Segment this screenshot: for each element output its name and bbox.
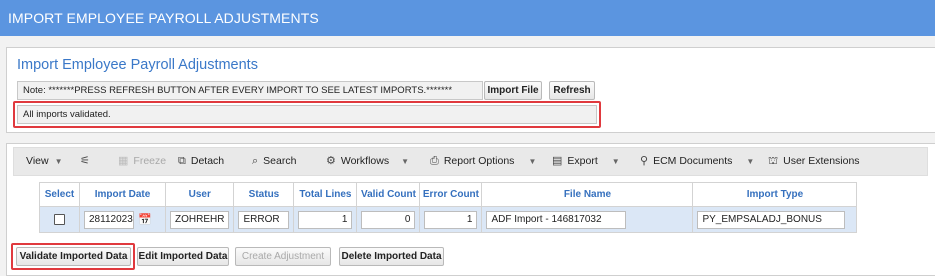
valid-count-cell: 0 <box>356 206 421 233</box>
search-icon: ⌕ <box>252 155 259 167</box>
import-type-cell: PY_EMPSALADJ_BONUS <box>692 206 858 233</box>
panel-title: Import Employee Payroll Adjustments <box>17 57 258 73</box>
valid-count-field[interactable]: 0 <box>361 210 416 229</box>
freeze-icon: ▦ <box>118 155 129 167</box>
detach-label: Detach <box>190 155 225 167</box>
col-header-user[interactable]: User <box>164 182 235 207</box>
search-label: Search <box>263 155 297 167</box>
total-lines-cell: 1 <box>293 206 358 233</box>
note-field: Note: *******PRESS REFRESH BUTTON AFTER … <box>17 81 483 100</box>
validate-highlight-box <box>11 243 135 270</box>
ecm-documents-label: ECM Documents <box>653 155 733 167</box>
file-name-cell: ADF Import - 146817032 <box>481 206 694 233</box>
user-field[interactable]: ZOHREHR <box>170 210 230 229</box>
col-header-valid-count[interactable]: Valid Count <box>356 182 421 207</box>
freeze-button[interactable]: ▦ Freeze <box>118 148 166 175</box>
search-button[interactable]: ⌕ Search <box>252 148 296 175</box>
report-options-menu[interactable]: ⎙ Report Options ▼ <box>430 148 536 175</box>
user-extensions-button[interactable]: ⛫ User Extensions <box>768 148 860 175</box>
error-count-cell: 1 <box>419 206 483 233</box>
window-title-bar: IMPORT EMPLOYEE PAYROLL ADJUSTMENTS <box>0 0 935 36</box>
chevron-down-icon: ▼ <box>746 157 755 166</box>
grid-toolbar: View ▼ ⚟ ▦ Freeze ⧉ Detach ⌕ Search ⚙ Workflo… <box>13 147 928 176</box>
error-count-field[interactable]: 1 <box>424 210 478 229</box>
status-highlight-box <box>13 101 601 128</box>
row-select-checkbox[interactable] <box>54 214 65 225</box>
export-menu[interactable]: ▤ Export ▼ <box>552 148 620 175</box>
user-cell: ZOHREHR <box>164 206 235 233</box>
total-lines-field[interactable]: 1 <box>298 210 353 229</box>
col-header-import-date[interactable]: Import Date <box>79 182 166 207</box>
report-options-label: Report Options <box>443 155 515 167</box>
table-header-row: Select Import Date User Status Total Lin… <box>39 182 858 207</box>
chevron-down-icon: ▼ <box>611 157 620 166</box>
chevron-down-icon: ▼ <box>54 157 63 166</box>
status-cell: ERROR <box>233 206 295 233</box>
view-label: View <box>26 155 49 167</box>
refresh-button[interactable]: Refresh <box>549 81 595 100</box>
file-name-field[interactable]: ADF Import - 146817032 <box>486 210 627 229</box>
ecm-documents-menu[interactable]: ⚲ ECM Documents ▼ <box>640 148 754 175</box>
detach-button[interactable]: ⧉ Detach <box>178 148 224 175</box>
import-file-button[interactable]: Import File <box>484 81 542 100</box>
chevron-down-icon: ▼ <box>401 157 410 166</box>
table-row[interactable]: 28112023 📅 ZOHREHR ERROR 1 0 1 ADF Impor… <box>39 206 858 233</box>
import-panel: Import Employee Payroll Adjustments Note… <box>6 47 935 133</box>
status-field[interactable]: ERROR <box>238 210 290 229</box>
col-header-error-count[interactable]: Error Count <box>419 182 483 207</box>
view-menu[interactable]: View ▼ <box>26 148 63 175</box>
detach-icon: ⧉ <box>178 155 186 167</box>
imports-panel: View ▼ ⚟ ▦ Freeze ⧉ Detach ⌕ Search ⚙ Workflo… <box>6 143 935 276</box>
col-header-total-lines[interactable]: Total Lines <box>293 182 358 207</box>
user-extensions-label: User Extensions <box>783 155 860 167</box>
freeze-label: Freeze <box>133 155 167 167</box>
workflows-label: Workflows <box>340 155 390 167</box>
import-date-cell: 28112023 📅 <box>79 206 166 233</box>
gears-icon: ⚙ <box>326 155 336 167</box>
workflows-menu[interactable]: ⚙ Workflows ▼ <box>326 148 409 175</box>
grid-settings-button[interactable]: ⚟ <box>80 148 95 175</box>
create-adjustment-button[interactable]: Create Adjustment <box>235 247 331 266</box>
export-label: Export <box>567 155 598 167</box>
select-cell <box>39 206 80 233</box>
col-header-status[interactable]: Status <box>233 182 295 207</box>
col-header-select[interactable]: Select <box>39 182 80 207</box>
import-date-field[interactable]: 28112023 <box>84 210 134 229</box>
col-header-import-type[interactable]: Import Type <box>692 182 858 207</box>
printer-icon: ⎙ <box>430 155 439 167</box>
col-header-file-name[interactable]: File Name <box>481 182 694 207</box>
import-type-field[interactable]: PY_EMPSALADJ_BONUS <box>697 210 846 229</box>
imports-table: Select Import Date User Status Total Lin… <box>39 182 858 233</box>
chevron-down-icon: ▼ <box>528 157 537 166</box>
delete-imported-data-button[interactable]: Delete Imported Data <box>339 247 444 266</box>
edit-imported-data-button[interactable]: Edit Imported Data <box>137 247 229 266</box>
export-icon: ▤ <box>552 155 563 167</box>
window-title: IMPORT EMPLOYEE PAYROLL ADJUSTMENTS <box>8 10 319 26</box>
grid-settings-icon: ⚟ <box>80 155 90 167</box>
ecm-pin-icon: ⚲ <box>640 155 649 167</box>
calendar-icon[interactable]: 📅 <box>138 213 152 226</box>
hierarchy-icon: ⛫ <box>768 155 779 167</box>
